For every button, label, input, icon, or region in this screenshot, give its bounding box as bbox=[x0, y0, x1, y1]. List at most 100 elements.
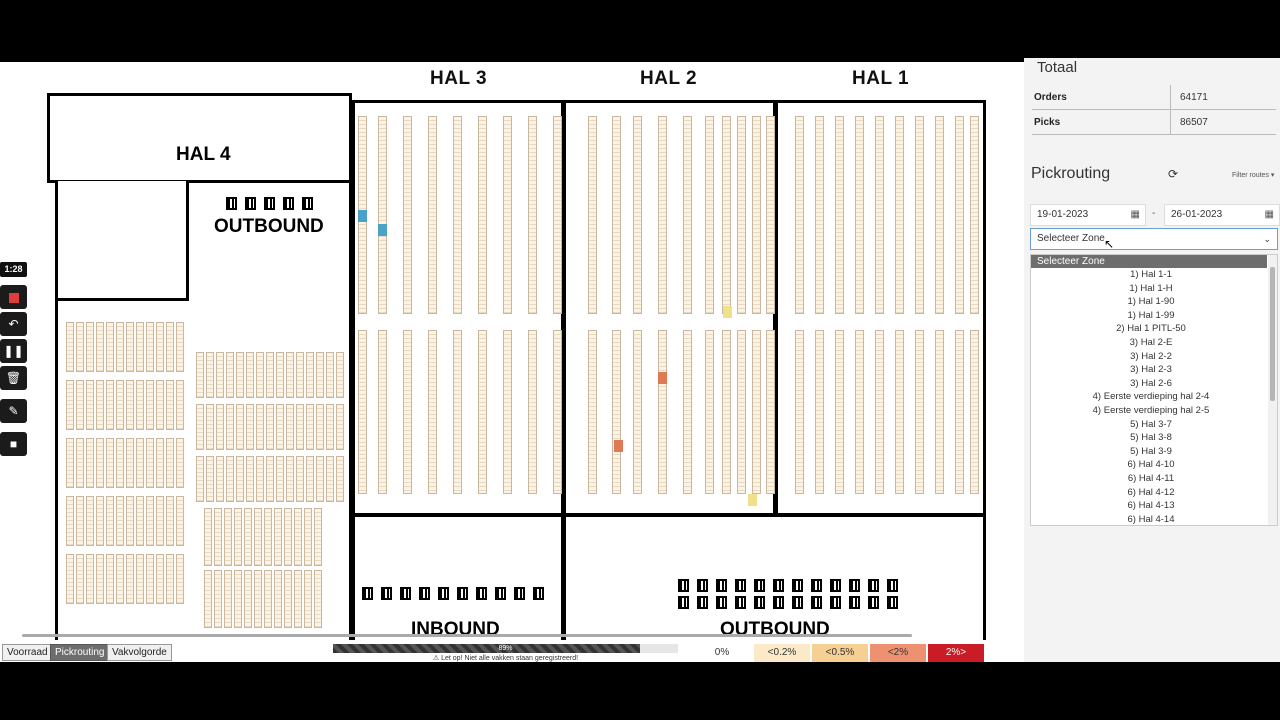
rack bbox=[970, 330, 979, 494]
map-horizontal-scrollbar[interactable] bbox=[22, 634, 912, 637]
rack bbox=[126, 438, 134, 488]
rack bbox=[935, 116, 944, 314]
rack bbox=[296, 352, 304, 398]
inbound-label: INBOUND bbox=[411, 619, 500, 640]
filter-routes-link[interactable]: Filter routes ▾ bbox=[1232, 171, 1274, 179]
outbound-top-label: OUTBOUND bbox=[214, 216, 324, 237]
rack bbox=[156, 496, 164, 546]
dock bbox=[830, 596, 841, 609]
calendar-icon[interactable]: ▦ bbox=[1265, 205, 1274, 225]
dropdown-option[interactable]: 4) Eerste verdieping hal 2-4 bbox=[1031, 390, 1271, 404]
rack bbox=[146, 554, 154, 604]
date-from-input[interactable]: 19-01-2023 ▦ bbox=[1030, 204, 1146, 226]
dropdown-scrollbar[interactable] bbox=[1268, 255, 1277, 525]
draw-button[interactable]: ✎ bbox=[0, 399, 27, 423]
rack bbox=[66, 496, 74, 546]
delete-button[interactable]: 🗑 bbox=[0, 366, 27, 390]
rack bbox=[176, 322, 184, 372]
dropdown-option[interactable]: 1) Hal 1-90 bbox=[1031, 295, 1271, 309]
rack bbox=[633, 330, 642, 494]
rack bbox=[276, 352, 284, 398]
warehouse-map: HAL 3 HAL 2 HAL 1 HAL 4 OUTBOUND INBOUND bbox=[0, 62, 1024, 662]
dropdown-option[interactable]: 3) Hal 2-E bbox=[1031, 336, 1271, 350]
rack bbox=[156, 322, 164, 372]
rack bbox=[206, 456, 214, 502]
pause-button[interactable]: ❚❚ bbox=[0, 339, 27, 363]
rack bbox=[266, 456, 274, 502]
rack bbox=[76, 554, 84, 604]
dock bbox=[792, 596, 803, 609]
zone-dropdown-list[interactable]: Selecteer Zone 1) Hal 1-1 1) Hal 1-H 1) Ha… bbox=[1030, 254, 1278, 526]
hal4-box[interactable]: HAL 4 bbox=[47, 93, 352, 183]
pen-icon: ✎ bbox=[8, 404, 19, 418]
rack bbox=[286, 456, 294, 502]
trash-icon: 🗑 bbox=[5, 371, 22, 385]
scroll-thumb[interactable] bbox=[1270, 267, 1275, 401]
tab-vakvolgorde[interactable]: Vakvolgorde bbox=[107, 644, 172, 661]
rack bbox=[246, 352, 254, 398]
rack bbox=[236, 456, 244, 502]
dropdown-option-selected[interactable]: Selecteer Zone bbox=[1031, 255, 1267, 268]
dropdown-option[interactable]: 6) Hal 4-12 bbox=[1031, 486, 1271, 500]
rack bbox=[737, 330, 746, 494]
rack bbox=[156, 438, 164, 488]
dropdown-option[interactable]: 5) Hal 3-7 bbox=[1031, 418, 1271, 432]
rack bbox=[176, 554, 184, 604]
rack bbox=[216, 352, 224, 398]
undo-button[interactable]: ↶ bbox=[0, 312, 27, 336]
dropdown-option[interactable]: 4) Eerste verdieping hal 2-5 bbox=[1031, 404, 1271, 418]
dock bbox=[514, 587, 525, 600]
tab-voorraad[interactable]: Voorraad bbox=[2, 644, 53, 661]
dropdown-option[interactable]: 3) Hal 2-2 bbox=[1031, 350, 1271, 364]
legend-0: 0% bbox=[694, 644, 750, 662]
dropdown-option[interactable]: 3) Hal 2-3 bbox=[1031, 363, 1271, 377]
dock bbox=[735, 596, 746, 609]
rack bbox=[326, 456, 334, 502]
dropdown-option[interactable]: 1) Hal 1-H bbox=[1031, 282, 1271, 296]
dropdown-option[interactable]: 1) Hal 1-99 bbox=[1031, 309, 1271, 323]
inbound-docks bbox=[362, 587, 544, 600]
rack bbox=[528, 330, 537, 494]
dock bbox=[362, 587, 373, 600]
rack bbox=[553, 116, 562, 314]
date-separator: - bbox=[1152, 208, 1156, 219]
rack bbox=[266, 404, 274, 450]
dock bbox=[716, 579, 727, 592]
rack bbox=[264, 570, 272, 628]
zone-select[interactable]: Selecteer Zone ⌄ bbox=[1030, 228, 1278, 250]
rack bbox=[428, 330, 437, 494]
rack bbox=[658, 116, 667, 314]
highlighted-cell bbox=[658, 372, 667, 384]
rack bbox=[766, 116, 775, 314]
dropdown-option[interactable]: 6) Hal 4-10 bbox=[1031, 458, 1271, 472]
dock bbox=[887, 579, 898, 592]
rack bbox=[214, 508, 222, 566]
rack bbox=[955, 116, 964, 314]
calendar-icon[interactable]: ▦ bbox=[1131, 205, 1140, 225]
camera-button[interactable]: ■ bbox=[0, 432, 27, 456]
rack bbox=[96, 496, 104, 546]
dock bbox=[476, 587, 487, 600]
dropdown-option[interactable]: 6) Hal 4-13 bbox=[1031, 499, 1271, 513]
rack bbox=[722, 116, 731, 314]
dropdown-option[interactable]: 1) Hal 1-1 bbox=[1031, 268, 1271, 282]
rack bbox=[244, 508, 252, 566]
rack bbox=[254, 570, 262, 628]
tab-pickrouting[interactable]: Pickrouting bbox=[50, 644, 110, 661]
rack bbox=[86, 380, 94, 430]
dropdown-option[interactable]: 6) Hal 4-11 bbox=[1031, 472, 1271, 486]
outbound-bottom-docks-row1 bbox=[678, 579, 898, 592]
rack bbox=[96, 322, 104, 372]
dropdown-option[interactable]: 6) Hal 4-14 bbox=[1031, 513, 1271, 525]
rack bbox=[236, 352, 244, 398]
refresh-icon[interactable]: ⟳ bbox=[1168, 167, 1178, 181]
zone-select-value: Selecteer Zone bbox=[1037, 233, 1105, 244]
rack bbox=[116, 322, 124, 372]
dropdown-option[interactable]: 3) Hal 2-6 bbox=[1031, 377, 1271, 391]
dropdown-option[interactable]: 2) Hal 1 PITL-50 bbox=[1031, 322, 1271, 336]
date-to-input[interactable]: 26-01-2023 ▦ bbox=[1164, 204, 1280, 226]
dropdown-option[interactable]: 5) Hal 3-9 bbox=[1031, 445, 1271, 459]
stop-record-button[interactable] bbox=[0, 285, 27, 309]
rack bbox=[214, 570, 222, 628]
dropdown-option[interactable]: 5) Hal 3-8 bbox=[1031, 431, 1271, 445]
